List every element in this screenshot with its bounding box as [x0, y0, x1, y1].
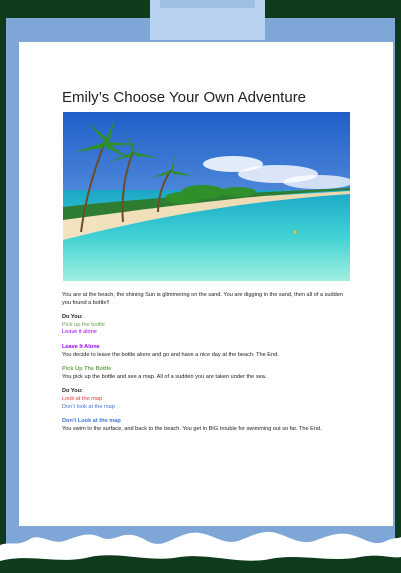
document-page: Emily’s Choose Your Own Adventure You ar…: [19, 42, 393, 526]
dont-look-text: You swim to the surface, and back to the…: [62, 425, 322, 432]
top-tab: [150, 0, 265, 40]
beach-image: [63, 112, 350, 281]
story-content: You are at the beach, the shining Sun is…: [62, 292, 352, 433]
pick-up-heading: Pick Up The Bottle: [62, 366, 112, 373]
choice1-option-pick-up[interactable]: Pick up the bottle: [62, 322, 352, 330]
dont-look-heading: Don’t Look at the map: [62, 418, 121, 425]
document-title: Emily’s Choose Your Own Adventure: [62, 89, 307, 106]
choice2-option-look[interactable]: Look at the map: [62, 396, 352, 404]
leave-alone-heading: Leave It Alone: [62, 343, 100, 350]
pick-up-text: You pick up the bottle and see a map. Al…: [62, 373, 267, 380]
choice2-heading: Do You:: [62, 388, 83, 395]
intro-paragraph: You are at the beach, the shining Sun is…: [62, 292, 343, 306]
choice1-option-leave[interactable]: Leave it alone: [62, 329, 352, 337]
choice1-heading: Do You:: [62, 314, 83, 321]
leave-alone-text: You decide to leave the bottle alone and…: [62, 351, 279, 358]
choice2-option-dont-look[interactable]: Don’t look at the map: [62, 404, 352, 412]
snow-border: [0, 531, 401, 573]
